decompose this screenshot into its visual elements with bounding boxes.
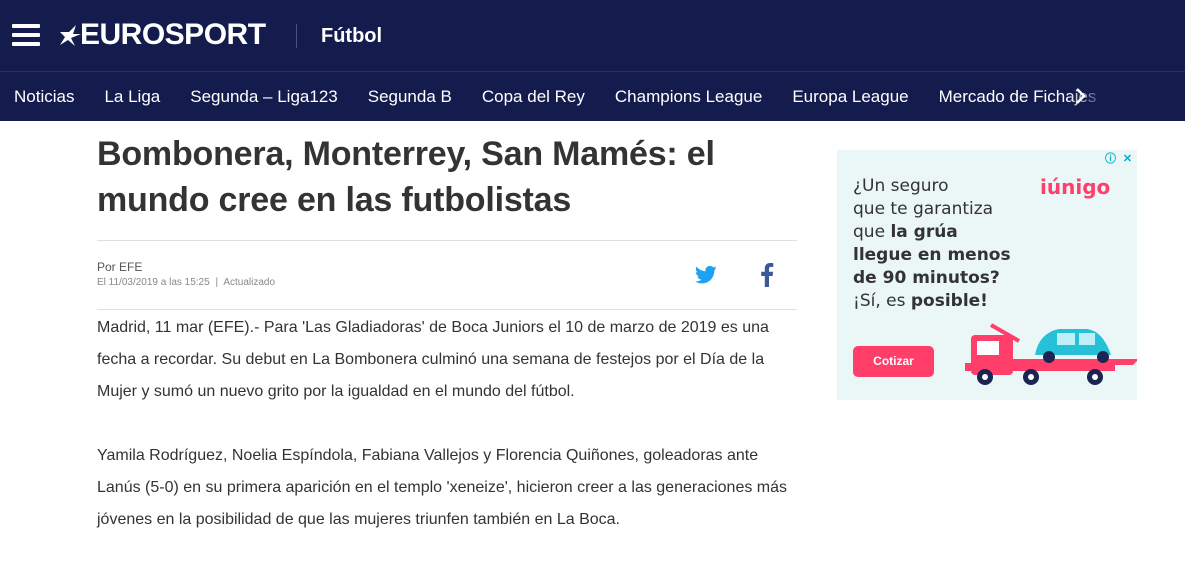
- byline: Por EFE El 11/03/2019 a las 15:25 | Actu…: [97, 241, 797, 309]
- cotizar-button[interactable]: Cotizar: [853, 346, 934, 377]
- updated-label: Actualizado: [223, 277, 276, 288]
- nav-item-la-liga[interactable]: La Liga: [104, 87, 160, 107]
- ad-choices[interactable]: ⓘ ✕: [1103, 152, 1135, 167]
- eurosport-logo[interactable]: EUROSPORT: [58, 18, 266, 52]
- info-icon[interactable]: ⓘ: [1103, 152, 1118, 167]
- ad-text-bold: posible!: [910, 291, 988, 311]
- ad-brand-logo: iúnigo: [1040, 175, 1111, 199]
- publish-date: El 11/03/2019 a las 15:25 | Actualizado: [97, 277, 275, 288]
- ad-line: de 90 minutos?: [853, 268, 1000, 288]
- paragraph: Madrid, 11 mar (EFE).- Para 'Las Gladiad…: [97, 319, 769, 400]
- logo-text: EUROSPORT: [80, 18, 266, 51]
- star-logo-icon: [60, 25, 81, 46]
- hamburger-menu-icon[interactable]: [12, 24, 40, 46]
- twitter-icon[interactable]: [695, 265, 717, 285]
- section-title[interactable]: Fútbol: [321, 25, 382, 48]
- paragraph: Yamila Rodríguez, Noelia Espíndola, Fabi…: [97, 447, 788, 528]
- close-icon[interactable]: ✕: [1120, 152, 1135, 167]
- nav-item-segunda[interactable]: Segunda – Liga123: [190, 87, 337, 107]
- author: Por EFE: [97, 260, 143, 274]
- ad-text-bold: la grúa: [890, 222, 958, 242]
- advertisement[interactable]: ⓘ ✕ ¿Un seguro que te garantiza que la g…: [837, 150, 1137, 400]
- nav-item-europa-league[interactable]: Europa League: [792, 87, 908, 107]
- ad-line: que te garantiza: [853, 199, 994, 219]
- ad-line: ¡Sí, es posible!: [853, 290, 1011, 313]
- ad-line: que la grúa: [853, 221, 1011, 244]
- nav-item-champions-league[interactable]: Champions League: [615, 87, 762, 107]
- facebook-icon[interactable]: [760, 263, 774, 287]
- article: Bombonera, Monterrey, San Mamés: el mund…: [97, 121, 797, 568]
- date-separator: |: [215, 277, 219, 288]
- date-text: El 11/03/2019 a las 15:25: [97, 277, 210, 288]
- nav-item-copa-del-rey[interactable]: Copa del Rey: [482, 87, 585, 107]
- chevron-right-icon[interactable]: [1069, 84, 1093, 108]
- ad-line: ¿Un seguro: [853, 176, 949, 196]
- tow-truck-icon: [965, 323, 1137, 385]
- nav-item-noticias[interactable]: Noticias: [14, 87, 74, 107]
- nav-items: Noticias La Liga Segunda – Liga123 Segun…: [0, 72, 1112, 121]
- article-body: Madrid, 11 mar (EFE).- Para 'Las Gladiad…: [97, 312, 797, 536]
- header-divider: [296, 24, 297, 48]
- ad-text: ¡Sí, es: [853, 291, 911, 311]
- ad-copy: ¿Un seguro que te garantiza que la grúa …: [853, 175, 1011, 313]
- ad-line: llegue en menos: [853, 245, 1011, 265]
- nav-item-segunda-b[interactable]: Segunda B: [368, 87, 452, 107]
- sport-nav: Noticias La Liga Segunda – Liga123 Segun…: [0, 71, 1185, 121]
- ad-text: que: [853, 222, 891, 242]
- article-headline: Bombonera, Monterrey, San Mamés: el mund…: [97, 135, 715, 219]
- divider: [97, 309, 797, 310]
- top-header: EUROSPORT Fútbol: [0, 0, 1185, 71]
